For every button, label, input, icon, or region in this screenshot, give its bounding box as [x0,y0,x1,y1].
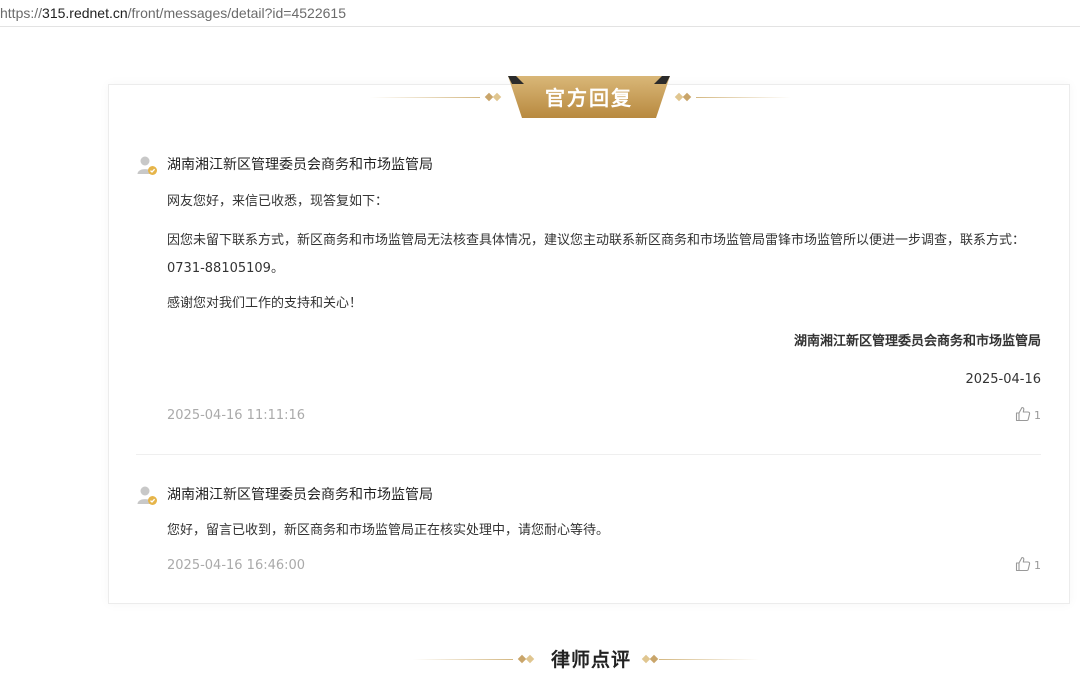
diamond-ornament-icon [649,654,659,664]
lawyer-review-title: 律师点评 [550,649,631,671]
official-reply-banner: 官方回复 [370,76,800,120]
reply-author-name: 湖南湘江新区管理委员会商务和市场监管局 [167,157,433,173]
thumbs-up-icon [1015,406,1030,422]
reply-signature: 湖南湘江新区管理委员会商务和市场监管局 [793,334,1041,349]
reply-paragraph: 网友您好，来信已收悉，现答复如下： [167,194,389,209]
like-button[interactable]: 1 [1015,406,1041,426]
official-user-avatar-icon [137,156,157,175]
banner-line-right [696,97,791,98]
thumbs-up-icon [1015,556,1030,572]
reply-divider [136,454,1041,455]
reply-item: 湖南湘江新区管理委员会商务和市场监管局 网友您好，来信已收悉，现答复如下： 因您… [136,154,1041,434]
official-reply-title: 官方回复 [545,86,633,110]
reply-author-name: 湖南湘江新区管理委员会商务和市场监管局 [167,487,433,503]
url-prefix: https:// [0,5,43,21]
like-button[interactable]: 1 [1015,556,1041,576]
reply-signature-date: 2025-04-16 [965,372,1041,387]
lawyer-line-right [659,659,759,660]
lawyer-review-heading: 律师点评 [413,646,763,674]
official-user-avatar-icon [137,486,157,505]
banner-line-left [370,97,480,98]
like-count: 1 [1034,559,1041,572]
reply-paragraph: 因您未留下联系方式，新区商务和市场监管局无法核查具体情况，建议您主动联系新区商务… [167,233,1026,276]
reply-timestamp: 2025-04-16 16:46:00 [167,558,306,573]
reply-item: 湖南湘江新区管理委员会商务和市场监管局 您好，留言已收到，新区商务和市场监管局正… [136,484,1041,584]
address-bar[interactable]: https://315.rednet.cn/front/messages/det… [0,0,1080,27]
reply-paragraph: 您好，留言已收到，新区商务和市场监管局正在核实处理中，请您耐心等待。 [167,523,610,538]
reply-timestamp: 2025-04-16 11:11:16 [167,408,306,423]
diamond-ornament-icon [682,92,692,102]
url-path: /front/messages/detail?id=4522615 [127,5,346,21]
like-count: 1 [1034,409,1041,422]
diamond-ornament-icon [525,654,535,664]
url-host: 315.rednet.cn [42,5,128,21]
reply-paragraph: 感谢您对我们工作的支持和关心！ [167,296,363,311]
diamond-ornament-icon [492,92,502,102]
lawyer-line-left [413,659,513,660]
